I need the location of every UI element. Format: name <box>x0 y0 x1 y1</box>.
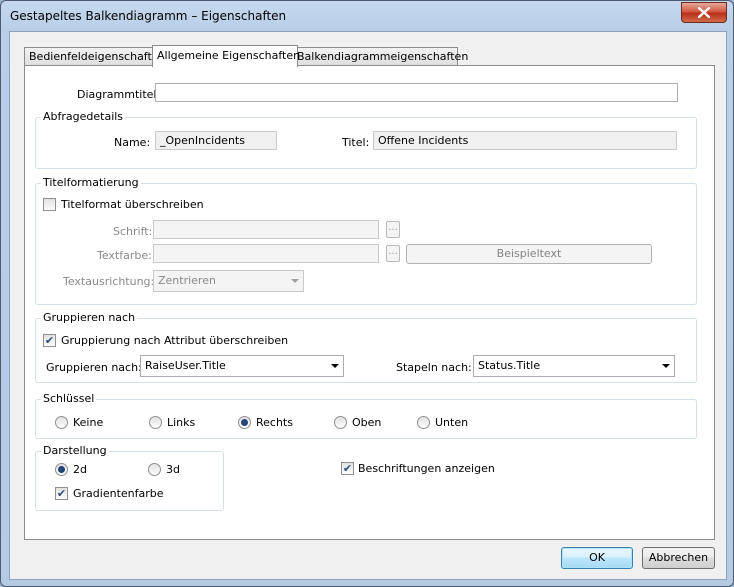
legend-left-radio[interactable] <box>149 416 162 429</box>
gradient-color-label: Gradientenfarbe <box>73 487 164 500</box>
legend-none-label: Keine <box>73 416 104 429</box>
display-2d-radio[interactable] <box>55 463 68 476</box>
legend-top-label: Oben <box>352 416 382 429</box>
check-icon: ✔ <box>342 462 353 475</box>
sample-text-button[interactable]: Beispieltext <box>406 244 652 264</box>
dialog-window: Gestapeltes Balkendiagramm – Eigenschaft… <box>0 0 734 587</box>
text-color-field[interactable] <box>153 244 379 263</box>
title-field[interactable]: Offene Incidents <box>373 131 677 150</box>
show-labels-label: Beschriftungen anzeigen <box>358 462 495 475</box>
legend-right-radio[interactable] <box>238 416 251 429</box>
legend-title: Schlüssel <box>41 392 97 405</box>
tab-bar-chart-properties[interactable]: Balkendiagrammeigenschaften <box>292 47 468 66</box>
display-3d-label: 3d <box>166 463 180 476</box>
name-label: Name: <box>114 136 151 149</box>
color-picker-button[interactable]: ... <box>386 245 400 262</box>
group-by-value: RaiseUser.Title <box>145 359 226 372</box>
chevron-down-icon <box>662 364 670 368</box>
display-3d-radio[interactable] <box>148 463 161 476</box>
close-button[interactable] <box>681 2 727 23</box>
dialog-client: Bedienfeldeigenschaften Allgemeine Eigen… <box>9 31 727 580</box>
stack-by-label: Stapeln nach: <box>396 361 472 374</box>
legend-bottom-radio[interactable] <box>417 416 430 429</box>
chevron-down-icon <box>331 364 339 368</box>
legend-none-radio[interactable] <box>55 416 68 429</box>
font-picker-button[interactable]: ... <box>386 221 400 238</box>
legend-bottom-label: Unten <box>435 416 469 429</box>
tab-panel-properties[interactable]: Bedienfeldeigenschaften <box>24 47 166 66</box>
gradient-color-checkbox[interactable]: ✔ <box>55 487 68 500</box>
window-title: Gestapeltes Balkendiagramm – Eigenschaft… <box>10 9 287 23</box>
text-color-label: Textfarbe: <box>97 249 152 262</box>
font-field[interactable] <box>153 220 379 239</box>
tab-panel: Diagrammtitel Abfragedetails Name: _Open… <box>24 65 715 540</box>
title-label: Titel: <box>342 136 370 149</box>
text-alignment-select[interactable]: Zentrieren <box>153 270 304 292</box>
group-by-select[interactable]: RaiseUser.Title <box>140 355 344 377</box>
text-alignment-value: Zentrieren <box>158 274 216 287</box>
check-icon: ✔ <box>44 334 55 347</box>
stack-by-select[interactable]: Status.Title <box>473 355 675 377</box>
display-2d-label: 2d <box>73 463 87 476</box>
display-title: Darstellung <box>41 444 109 457</box>
legend-right-label: Rechts <box>256 416 293 429</box>
text-alignment-label: Textausrichtung: <box>63 275 155 288</box>
close-icon <box>698 7 710 18</box>
legend-left-label: Links <box>167 416 196 429</box>
query-details-title: Abfragedetails <box>41 110 126 123</box>
chevron-down-icon <box>291 279 299 283</box>
name-field[interactable]: _OpenIncidents <box>155 131 277 150</box>
chart-title-input[interactable] <box>155 83 678 102</box>
title-format-title: Titelformatierung <box>41 176 141 189</box>
override-grouping-label: Gruppierung nach Attribut überschreiben <box>61 334 289 347</box>
override-grouping-checkbox[interactable]: ✔ <box>43 334 56 347</box>
cancel-button[interactable]: Abbrechen <box>642 547 715 569</box>
show-labels-checkbox[interactable]: ✔ <box>341 462 354 475</box>
tab-general-properties[interactable]: Allgemeine Eigenschaften <box>152 45 300 67</box>
title-bar: Gestapeltes Balkendiagramm – Eigenschaft… <box>1 1 733 31</box>
radio-selected-dot <box>58 466 65 473</box>
radio-selected-dot <box>241 419 248 426</box>
grouping-title: Gruppieren nach <box>41 311 138 324</box>
group-by-label: Gruppieren nach: <box>46 361 142 374</box>
ok-button[interactable]: OK <box>561 547 633 569</box>
stack-by-value: Status.Title <box>478 359 541 372</box>
check-icon: ✔ <box>56 487 67 500</box>
font-label: Schrift: <box>113 225 153 238</box>
display-group: Darstellung <box>35 444 224 511</box>
legend-top-radio[interactable] <box>334 416 347 429</box>
override-title-format-label: Titelformat überschreiben <box>61 198 204 211</box>
override-title-format-checkbox[interactable] <box>43 198 56 211</box>
chart-title-label: Diagrammtitel <box>77 88 157 101</box>
